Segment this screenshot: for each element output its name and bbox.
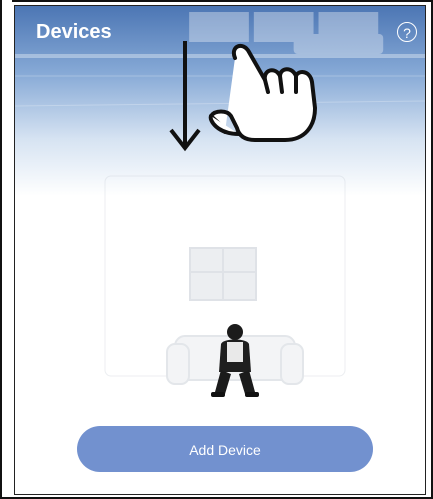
empty-state-illustration — [104, 175, 346, 397]
pull-down-gesture — [169, 41, 317, 152]
add-device-button[interactable]: Add Device — [77, 426, 373, 472]
screenshot-frame: Devices ? Add Device — [0, 0, 433, 499]
frame-top-edge — [12, 0, 431, 2]
page-title: Devices — [36, 21, 112, 43]
question-circle-icon[interactable]: ? — [397, 22, 417, 42]
down-arrow-icon — [169, 41, 201, 152]
window-illustration — [189, 247, 257, 301]
hand-pointer-icon — [208, 43, 317, 142]
devices-screen: Devices ? Add Device — [14, 5, 426, 495]
